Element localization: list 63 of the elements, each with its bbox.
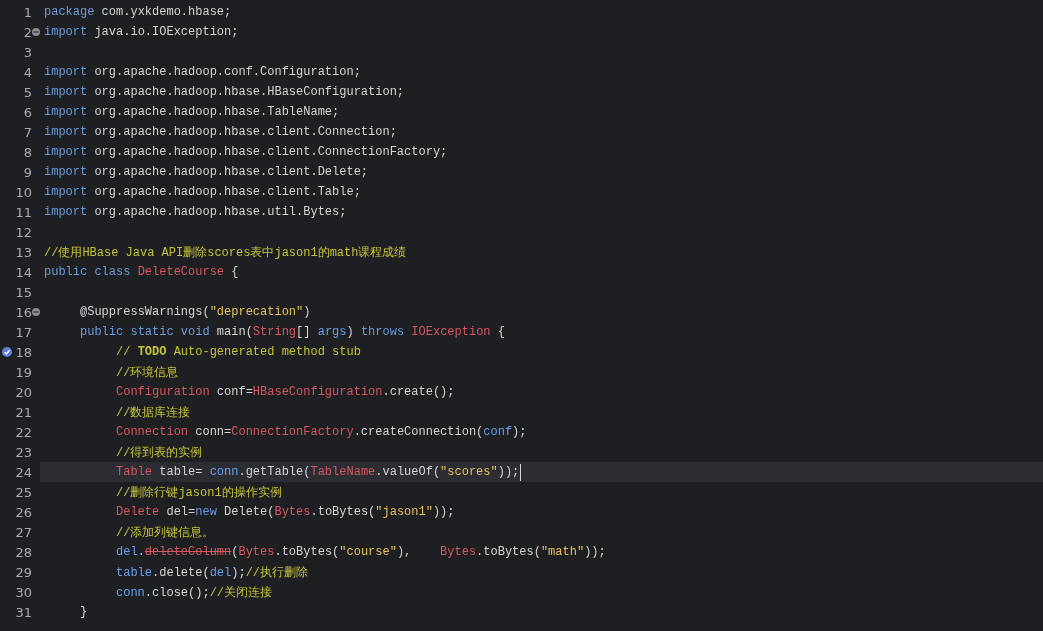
line-number: 17: [15, 324, 32, 340]
code-line: //环境信息: [115, 364, 179, 381]
line-number: 19: [15, 364, 32, 380]
code-line: Configuration conf=HBaseConfiguration.create();: [115, 385, 455, 399]
line-number: 12: [15, 224, 32, 240]
line-number: 21: [15, 404, 32, 420]
code-line: table.delete(del);//执行删除: [115, 564, 309, 581]
line-number: 16: [15, 304, 32, 320]
line-number: 30: [15, 584, 32, 600]
line-number: 7: [23, 124, 32, 140]
code-line: Delete del=new Delete(Bytes.toBytes("jason1"));: [115, 505, 455, 519]
line-number: 15: [15, 284, 32, 300]
line-number: 26: [15, 504, 32, 520]
line-number: 27: [15, 524, 32, 540]
minus-circle-icon[interactable]: [32, 28, 40, 36]
line-number: 2: [23, 24, 32, 40]
line-number: 25: [15, 484, 32, 500]
code-line: public static void main(String[] args) throws IOException {: [79, 325, 505, 339]
code-line: }: [79, 605, 88, 619]
code-line: // TODO Auto-generated method stub: [115, 345, 361, 359]
line-number: 5: [23, 84, 32, 100]
code-line: conn.close();//关闭连接: [115, 584, 273, 601]
line-number: 6: [23, 104, 32, 120]
code-line: //得到表的实例: [115, 444, 203, 461]
line-number: 28: [15, 544, 32, 560]
line-number: 10: [15, 184, 32, 200]
code-line: import org.apache.hadoop.hbase.HBaseConfiguration;: [44, 85, 405, 99]
code-line: //使用HBase Java API删除scores表中jason1的math课程成绩: [44, 244, 407, 261]
code-line: import org.apache.hadoop.hbase.client.Connection;: [44, 125, 397, 139]
text-cursor: [520, 463, 522, 481]
code-line: Table table= conn.getTable(TableName.valueOf("scores"));: [115, 465, 520, 479]
line-number: 1: [23, 4, 32, 20]
check-circle-icon: [2, 347, 12, 357]
line-number: 8: [23, 144, 32, 160]
code-line: import org.apache.hadoop.hbase.client.Delete;: [44, 165, 369, 179]
line-number: 24: [15, 464, 32, 480]
line-number: 14: [15, 264, 32, 280]
code-line: import org.apache.hadoop.conf.Configuration;: [44, 65, 361, 79]
code-line: import org.apache.hadoop.hbase.client.ConnectionFactory;: [44, 145, 448, 159]
line-number: 9: [23, 164, 32, 180]
code-line: del.deleteColumn(Bytes.toBytes("course"), Bytes.toBytes("math"));: [115, 545, 606, 559]
code-line: //数据库连接: [115, 404, 191, 421]
code-line: import org.apache.hadoop.hbase.client.Table;: [44, 185, 361, 199]
line-number: 11: [15, 204, 32, 220]
line-number: 23: [15, 444, 32, 460]
line-number: 3: [23, 44, 32, 60]
line-number: 4: [23, 64, 32, 80]
code-line: Connection conn=ConnectionFactory.createConnection(conf);: [115, 425, 527, 439]
code-line: import org.apache.hadoop.hbase.TableName;: [44, 105, 340, 119]
code-line: public class DeleteCourse {: [44, 265, 239, 279]
line-number: 29: [15, 564, 32, 580]
code-line: //删除行键jason1的操作实例: [115, 484, 282, 501]
minus-circle-icon[interactable]: [32, 308, 40, 316]
line-number: 20: [15, 384, 32, 400]
line-number: 18: [15, 344, 32, 360]
code-line: import java.io.IOException;: [44, 25, 239, 39]
line-number: 13: [15, 244, 32, 260]
code-line: package com.yxkdemo.hbase;: [44, 5, 232, 19]
code-line: //添加列键信息。: [115, 524, 215, 541]
line-number: 22: [15, 424, 32, 440]
code-line: @SuppressWarnings("deprecation"): [79, 305, 311, 319]
code-line: import org.apache.hadoop.hbase.util.Bytes;: [44, 205, 347, 219]
line-number: 31: [15, 604, 32, 620]
